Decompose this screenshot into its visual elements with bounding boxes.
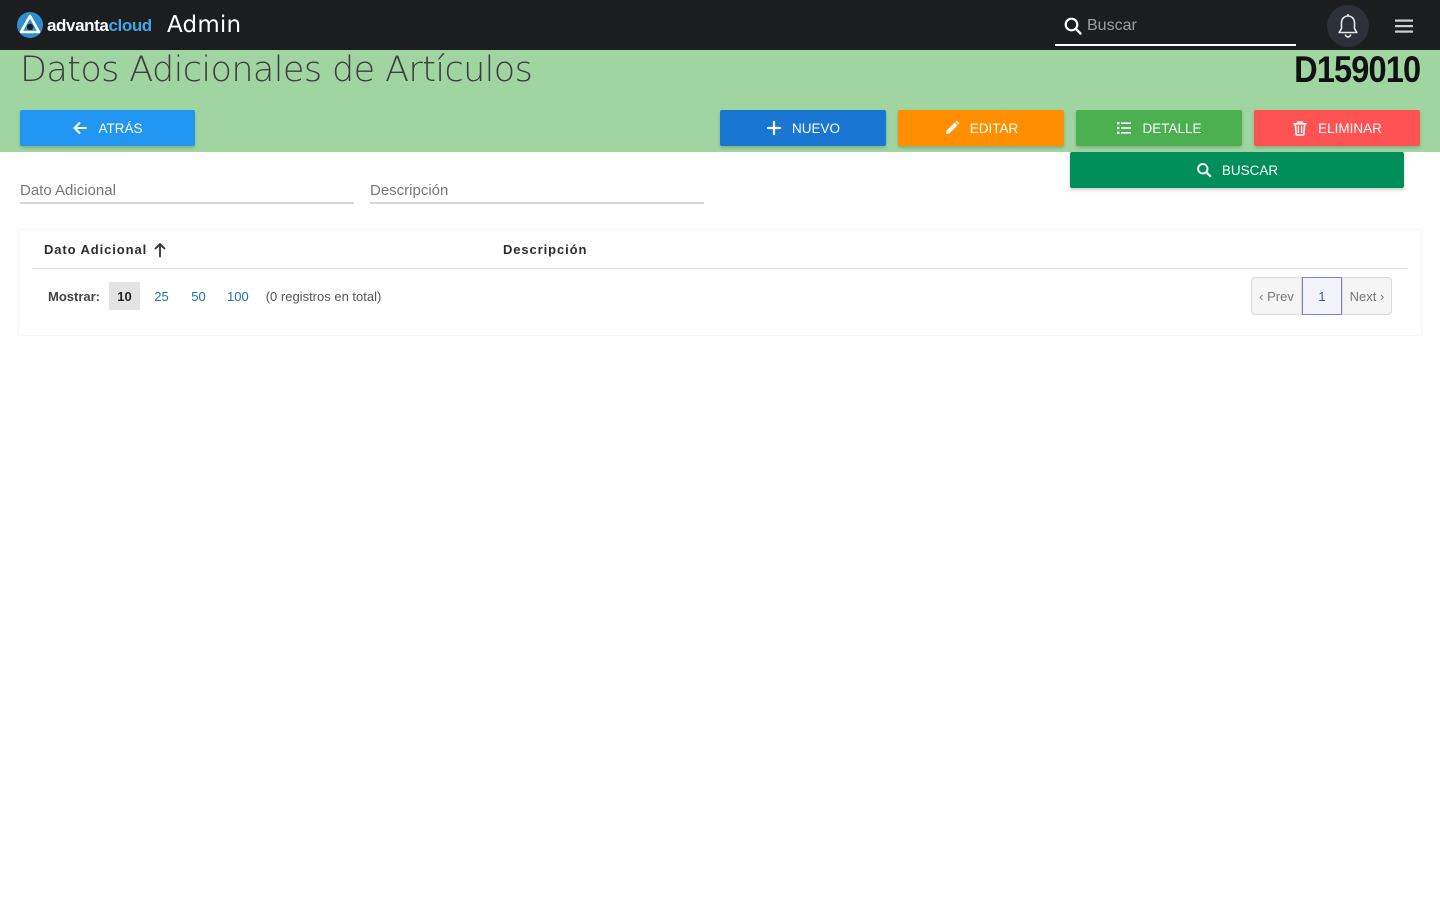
main-menu-button[interactable]	[1393, 15, 1415, 37]
edit-button-label: Editar	[969, 120, 1019, 136]
back-button-label: Atrás	[98, 120, 143, 136]
pagination: ‹ Prev 1 Next ›	[1251, 277, 1392, 315]
page-header: Datos Adicionales de Artículos D159010 A…	[0, 50, 1440, 152]
hamburger-menu-icon	[1395, 19, 1413, 33]
plus-icon	[766, 120, 782, 136]
back-button[interactable]: Atrás	[20, 110, 195, 146]
delete-button-label: Eliminar	[1318, 120, 1382, 136]
search-button-label: Buscar	[1221, 162, 1279, 178]
advantacloud-logo-icon	[17, 12, 43, 38]
prev-page-button[interactable]: ‹ Prev	[1251, 277, 1302, 315]
search-icon	[1064, 17, 1082, 35]
list-icon	[1117, 122, 1132, 134]
page-size-option-100[interactable]: 100	[220, 282, 256, 310]
notifications-button[interactable]	[1327, 5, 1369, 47]
global-search-input[interactable]	[1087, 13, 1287, 39]
total-records: (0 registros en total)	[265, 288, 382, 304]
page-size-option-10[interactable]: 10	[109, 282, 141, 310]
dato-adicional-filter	[20, 178, 354, 204]
brand-name: advantacloud	[47, 17, 152, 34]
column-header-descripcion[interactable]: Descripción	[503, 242, 587, 258]
edit-button[interactable]: Editar	[898, 110, 1064, 146]
sort-ascending-icon	[154, 243, 166, 258]
page-number-button[interactable]: 1	[1302, 277, 1342, 315]
brand-name-part1: advanta	[47, 15, 109, 35]
trash-icon	[1293, 121, 1307, 136]
new-button-label: Nuevo	[791, 120, 840, 136]
pencil-icon	[945, 120, 960, 134]
page-size-option-25[interactable]: 25	[146, 282, 177, 310]
page-size-selector: Mostrar: 10 25 50 100 (0 registros en to…	[48, 281, 381, 311]
descripcion-filter	[370, 178, 704, 204]
brand-name-part2: cloud	[108, 15, 152, 35]
descripcion-input[interactable]	[370, 178, 704, 202]
brand-logo[interactable]: advantacloud	[16, 11, 152, 39]
column-header-dato-adicional[interactable]: Dato Adicional	[44, 242, 167, 258]
global-search	[1055, 6, 1296, 46]
column-header-label: Descripción	[503, 242, 588, 257]
table-header: Dato Adicional Descripción	[32, 230, 1408, 269]
dato-adicional-input[interactable]	[20, 178, 354, 202]
top-navbar: advantacloud Admin	[0, 0, 1440, 50]
column-header-label: Dato Adicional	[44, 242, 148, 257]
show-label: Mostrar:	[48, 288, 101, 304]
page-size-option-50[interactable]: 50	[183, 282, 214, 310]
detail-button-label: Detalle	[1142, 120, 1202, 136]
search-button[interactable]: Buscar	[1070, 152, 1404, 188]
delete-button[interactable]: Eliminar	[1254, 110, 1420, 146]
bell-icon	[1338, 14, 1358, 38]
page-title: Datos Adicionales de Artículos	[20, 50, 533, 90]
page-code: D159010	[1293, 49, 1421, 90]
next-page-button[interactable]: Next ›	[1342, 277, 1392, 315]
arrow-left-icon	[73, 122, 88, 134]
results-table-card: Dato Adicional Descripción Mostrar: 10 2…	[19, 230, 1421, 335]
search-icon	[1197, 163, 1212, 178]
app-title: Admin	[167, 12, 242, 38]
new-button[interactable]: Nuevo	[720, 110, 886, 146]
detail-button[interactable]: Detalle	[1076, 110, 1242, 146]
